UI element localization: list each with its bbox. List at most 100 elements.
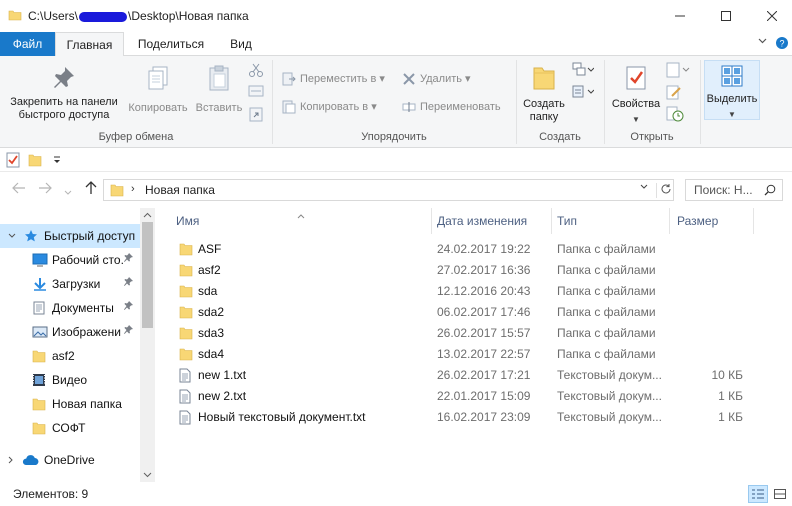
folder-icon bbox=[32, 422, 46, 435]
navigation-pane: Быстрый доступ Рабочий сто. Загрузки Док… bbox=[0, 208, 155, 482]
scroll-down-button[interactable] bbox=[143, 470, 152, 480]
column-divider[interactable] bbox=[669, 208, 670, 234]
column-divider[interactable] bbox=[551, 208, 552, 234]
move-to-label: Переместить в bbox=[300, 73, 377, 85]
rename-button[interactable]: Переименовать bbox=[402, 98, 501, 116]
column-header-size[interactable]: Размер bbox=[677, 208, 747, 234]
tab-home[interactable]: Главная bbox=[55, 32, 124, 57]
qat-customize-button[interactable] bbox=[52, 153, 62, 168]
nav-item-label: Изображени bbox=[52, 325, 121, 339]
paste-button[interactable]: Вставить bbox=[192, 64, 246, 115]
search-placeholder: Поиск: Н... bbox=[694, 183, 753, 197]
nav-item-onedrive[interactable]: OneDrive bbox=[0, 448, 140, 472]
file-row-folder[interactable]: sda3 26.02.2017 15:57 Папка с файлами bbox=[171, 323, 751, 344]
help-button[interactable]: ? bbox=[775, 36, 789, 53]
recent-locations-button[interactable] bbox=[64, 183, 72, 199]
nav-item-downloads[interactable]: Загрузки bbox=[0, 272, 140, 296]
collapse-ribbon-button[interactable] bbox=[758, 36, 767, 48]
pin-icon bbox=[124, 277, 133, 286]
new-item-icon bbox=[572, 62, 595, 76]
scroll-thumb[interactable] bbox=[142, 222, 153, 328]
file-row-folder[interactable]: asf2 27.02.2017 16:36 Папка с файлами bbox=[171, 260, 751, 281]
scroll-up-button[interactable] bbox=[143, 210, 152, 220]
nav-item-quick-access[interactable]: Быстрый доступ bbox=[0, 224, 140, 248]
nav-item-new-folder[interactable]: Новая папка bbox=[0, 392, 140, 416]
copy-to-button[interactable]: Копировать в ▾ bbox=[282, 98, 377, 116]
file-row-text[interactable]: Новый текстовый документ.txt 16.02.2017 … bbox=[171, 407, 751, 428]
nav-item-asf2[interactable]: asf2 bbox=[0, 344, 140, 368]
history-button[interactable] bbox=[666, 106, 684, 125]
pin-icon bbox=[124, 248, 134, 272]
cut-button[interactable] bbox=[248, 62, 264, 81]
copy-path-button[interactable] bbox=[248, 84, 264, 101]
column-divider[interactable] bbox=[753, 208, 754, 234]
item-count: Элементов: 9 bbox=[13, 487, 89, 501]
up-button[interactable] bbox=[85, 181, 97, 198]
nav-item-videos[interactable]: Видео bbox=[0, 368, 140, 392]
chevron-down-icon bbox=[143, 472, 152, 478]
minimize-button[interactable] bbox=[657, 0, 703, 32]
arrow-left-icon bbox=[12, 182, 25, 194]
select-label: Выделить bbox=[706, 93, 758, 105]
copy-path-icon bbox=[248, 85, 264, 97]
back-button[interactable] bbox=[12, 181, 26, 197]
address-dropdown-button[interactable] bbox=[640, 182, 648, 193]
new-folder-button[interactable]: Создать папку bbox=[518, 64, 570, 124]
refresh-button[interactable] bbox=[656, 183, 672, 198]
file-row-text[interactable]: new 2.txt 22.01.2017 15:09 Текстовый док… bbox=[171, 386, 751, 407]
properties-button[interactable]: Свойства ▼ bbox=[608, 64, 664, 126]
file-row-text[interactable]: new 1.txt 26.02.2017 17:21 Текстовый док… bbox=[171, 365, 751, 386]
scissors-icon bbox=[249, 63, 263, 77]
nav-item-label: OneDrive bbox=[44, 453, 95, 467]
svg-text:?: ? bbox=[779, 39, 784, 49]
expand-icon[interactable] bbox=[8, 224, 16, 248]
pin-quick-access-button[interactable]: Закрепить на панели быстрого доступа bbox=[4, 64, 124, 122]
file-row-folder[interactable]: sda4 13.02.2017 22:57 Папка с файлами bbox=[171, 344, 751, 365]
maximize-button[interactable] bbox=[703, 0, 749, 32]
file-type: Папка с файлами bbox=[557, 326, 656, 340]
open-button[interactable] bbox=[666, 62, 690, 81]
qat-new-folder-button[interactable] bbox=[28, 153, 42, 170]
forward-button[interactable] bbox=[38, 181, 52, 197]
copy-button[interactable]: Копировать bbox=[124, 64, 192, 115]
ribbon: Закрепить на панели быстрого доступа Коп… bbox=[0, 56, 792, 148]
nav-item-soft[interactable]: СОФТ bbox=[0, 416, 140, 440]
file-date: 26.02.2017 15:57 bbox=[437, 326, 531, 340]
search-input[interactable]: Поиск: Н... bbox=[685, 179, 783, 201]
nav-item-pictures[interactable]: Изображени bbox=[0, 320, 140, 344]
chevron-down-icon bbox=[640, 184, 648, 189]
close-button[interactable] bbox=[749, 0, 792, 32]
ribbon-tabs: Файл Главная Поделиться Вид ? bbox=[0, 32, 792, 57]
maximize-icon bbox=[721, 11, 731, 21]
folder-icon bbox=[110, 184, 124, 197]
tab-file[interactable]: Файл bbox=[0, 32, 55, 56]
delete-button[interactable]: Удалить ▾ bbox=[402, 70, 471, 88]
qat-properties-button[interactable] bbox=[6, 152, 20, 171]
details-view-button[interactable] bbox=[748, 485, 768, 503]
move-to-button[interactable]: Переместить в ▾ bbox=[282, 70, 385, 88]
file-row-folder[interactable]: sda 12.12.2016 20:43 Папка с файлами bbox=[171, 281, 751, 302]
new-item-button[interactable] bbox=[572, 62, 595, 81]
paste-shortcut-button[interactable] bbox=[248, 106, 264, 125]
chevron-down-icon bbox=[8, 233, 16, 238]
column-header-date[interactable]: Дата изменения bbox=[437, 208, 547, 234]
nav-item-documents[interactable]: Документы bbox=[0, 296, 140, 320]
column-header-name[interactable]: Имя bbox=[176, 208, 426, 234]
column-divider[interactable] bbox=[431, 208, 432, 234]
file-row-folder[interactable]: ASF 24.02.2017 19:22 Папка с файлами bbox=[171, 239, 751, 260]
tab-view[interactable]: Вид bbox=[218, 32, 264, 56]
column-header-type[interactable]: Тип bbox=[557, 208, 667, 234]
nav-item-desktop[interactable]: Рабочий сто. bbox=[0, 248, 140, 272]
file-row-folder[interactable]: sda2 06.02.2017 17:46 Папка с файлами bbox=[171, 302, 751, 323]
expand-icon[interactable] bbox=[8, 448, 14, 472]
select-button[interactable]: Выделить ▼ bbox=[704, 60, 760, 120]
nav-scrollbar[interactable] bbox=[140, 208, 155, 482]
address-bar[interactable]: › Новая папка bbox=[103, 179, 674, 201]
title-path-start: C:\Users\ bbox=[28, 9, 79, 23]
breadcrumb-current[interactable]: Новая папка bbox=[145, 183, 215, 197]
edit-button[interactable] bbox=[666, 84, 682, 103]
tab-share[interactable]: Поделиться bbox=[130, 32, 212, 56]
easy-access-button[interactable] bbox=[572, 84, 595, 103]
properties-label: Свойства bbox=[611, 98, 661, 110]
large-icons-view-button[interactable] bbox=[770, 485, 790, 503]
